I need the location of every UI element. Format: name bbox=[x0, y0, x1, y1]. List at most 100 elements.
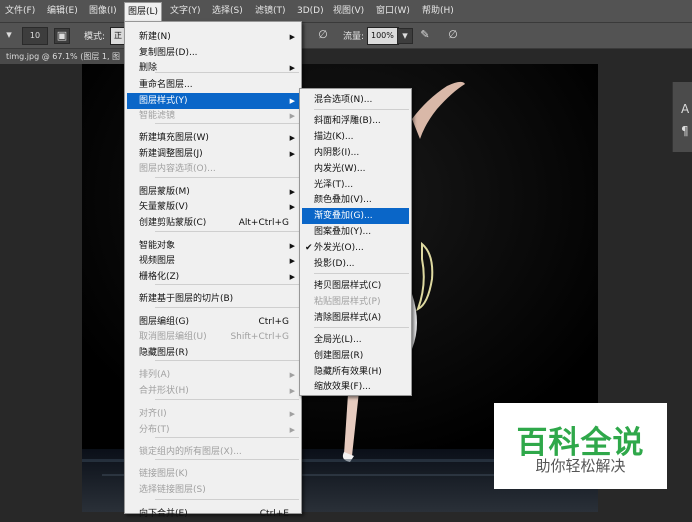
style-menu-item-label: 内发光(W)... bbox=[314, 164, 366, 174]
menu-separator bbox=[155, 307, 299, 308]
menu-view[interactable]: 视图(V) bbox=[333, 4, 364, 19]
style-menu-item[interactable]: 缩放效果(F)... bbox=[302, 379, 409, 395]
menu-filter[interactable]: 滤镜(T) bbox=[255, 4, 286, 19]
layer-menu-item: 选择链接图层(S) bbox=[127, 482, 299, 498]
style-menu-item-label: 拷贝图层样式(C) bbox=[314, 281, 382, 291]
style-menu-item-label: 内阴影(I)... bbox=[314, 148, 360, 158]
style-menu-item-label: 外发光(O)... bbox=[314, 243, 364, 253]
paragraph-panel-icon[interactable]: ¶ bbox=[681, 124, 689, 138]
style-menu-item[interactable]: 内阴影(I)... bbox=[302, 145, 409, 161]
layer-menu-item-label: 链接图层(K) bbox=[139, 469, 188, 479]
submenu-arrow-icon: ▶ bbox=[289, 371, 295, 379]
style-menu-item-label: 隐藏所有效果(H) bbox=[314, 367, 382, 377]
menu-separator bbox=[155, 459, 299, 460]
layer-menu: 新建(N) ▶ 复制图层(D)... 删除 ▶ 重命名图层... 图层样式(Y) ▶ 智能滤镜 ▶… bbox=[124, 21, 302, 519]
mode-label: 模式: bbox=[84, 32, 106, 42]
document-tab-title: timg.jpg @ 67.1% (图层 1, 图 bbox=[6, 52, 121, 61]
menu-type[interactable]: 文字(Y) bbox=[170, 4, 201, 19]
layer-menu-item[interactable]: 向下合并(E) Ctrl+E bbox=[127, 506, 299, 522]
options-bar: ▾ 10 ▣ 模式: 正 ∅ 流量: 100% ▾ ✎ ∅ bbox=[0, 23, 692, 49]
menu-separator bbox=[314, 273, 409, 274]
menu-separator bbox=[155, 499, 299, 500]
style-menu-item[interactable]: ✔ 外发光(O)... bbox=[302, 240, 409, 256]
brush-size-picker[interactable]: 10 bbox=[22, 27, 48, 45]
menu-image[interactable]: 图像(I) bbox=[89, 4, 117, 19]
document-tab[interactable]: timg.jpg @ 67.1% (图层 1, 图 bbox=[0, 49, 137, 64]
style-menu-item[interactable]: 投影(D)... bbox=[302, 256, 409, 272]
menu-separator bbox=[155, 123, 299, 124]
checkmark-icon: ✔ bbox=[305, 243, 313, 253]
layer-menu-item-label: 新建(N) bbox=[139, 32, 171, 42]
style-menu-item[interactable]: 混合选项(N)... bbox=[302, 92, 409, 108]
menu-select[interactable]: 选择(S) bbox=[212, 4, 243, 19]
layer-menu-item-label: 复制图层(D)... bbox=[139, 48, 198, 58]
menu-shortcut: Alt+Ctrl+G bbox=[238, 218, 289, 228]
style-menu-item[interactable]: 内发光(W)... bbox=[302, 161, 409, 177]
style-menu-item[interactable]: 渐变叠加(G)... bbox=[302, 208, 409, 224]
layer-menu-item[interactable]: 栅格化(Z) ▶ bbox=[127, 269, 299, 285]
right-collapsed-panel[interactable]: A ¶ bbox=[672, 82, 692, 152]
menu-help[interactable]: 帮助(H) bbox=[422, 4, 454, 19]
layer-menu-item-label: 视频图层 bbox=[139, 256, 176, 266]
style-menu-item[interactable]: 隐藏所有效果(H) bbox=[302, 364, 409, 380]
pressure-size-icon[interactable]: ∅ bbox=[446, 28, 460, 42]
style-menu-item[interactable]: 图案叠加(Y)... bbox=[302, 224, 409, 240]
layer-menu-item[interactable]: 复制图层(D)... bbox=[127, 45, 299, 61]
style-menu-item-label: 全局光(L)... bbox=[314, 335, 362, 345]
style-menu-item-label: 缩放效果(F)... bbox=[314, 382, 371, 392]
layer-menu-item-label: 重命名图层... bbox=[139, 80, 193, 90]
menu-edit[interactable]: 编辑(E) bbox=[47, 4, 78, 19]
menu-file[interactable]: 文件(F) bbox=[5, 4, 35, 19]
submenu-arrow-icon: ▶ bbox=[289, 150, 295, 158]
layer-menu-item[interactable]: 图层样式(Y) ▶ bbox=[127, 93, 299, 109]
layer-menu-item[interactable]: 新建基于图层的切片(B) bbox=[127, 291, 299, 307]
layer-menu-item-label: 新建调整图层(J) bbox=[139, 149, 203, 159]
layer-menu-item: 图层内容选项(O)... bbox=[127, 161, 299, 177]
layer-menu-item[interactable]: 图层蒙版(M) ▶ bbox=[127, 184, 299, 200]
tool-preset-arrow-icon[interactable]: ▾ bbox=[2, 28, 16, 42]
style-menu-item[interactable]: 创建图层(R) bbox=[302, 348, 409, 364]
character-panel-icon[interactable]: A bbox=[681, 102, 689, 116]
submenu-arrow-icon: ▶ bbox=[289, 97, 295, 105]
pressure-opacity-icon[interactable]: ∅ bbox=[316, 28, 330, 42]
style-menu-item[interactable]: 全局光(L)... bbox=[302, 332, 409, 348]
flow-label: 流量: bbox=[343, 32, 365, 42]
layer-menu-item[interactable]: 删除 ▶ bbox=[127, 60, 299, 76]
flow-dropdown-icon[interactable]: ▾ bbox=[397, 28, 413, 44]
layer-menu-item[interactable]: 图层编组(G) Ctrl+G bbox=[127, 314, 299, 330]
layer-menu-item[interactable]: 新建调整图层(J) ▶ bbox=[127, 146, 299, 162]
menu-separator bbox=[155, 360, 299, 361]
layer-menu-item[interactable]: 新建(N) ▶ bbox=[127, 29, 299, 45]
layer-menu-item[interactable]: 矢量蒙版(V) ▶ bbox=[127, 199, 299, 215]
layer-style-submenu: 混合选项(N)... 斜面和浮雕(B)... 描边(K)... 内阴影(I)... 内发… bbox=[299, 88, 412, 396]
menu-3d[interactable]: 3D(D) bbox=[297, 4, 324, 19]
layer-menu-item-label: 选择链接图层(S) bbox=[139, 485, 206, 495]
submenu-arrow-icon: ▶ bbox=[289, 257, 295, 265]
layer-menu-item-label: 锁定组内的所有图层(X)... bbox=[139, 447, 242, 457]
layer-menu-item[interactable]: 新建填充图层(W) ▶ bbox=[127, 130, 299, 146]
menu-window[interactable]: 窗口(W) bbox=[376, 4, 410, 19]
airbrush-icon[interactable]: ✎ bbox=[418, 28, 432, 42]
menu-separator bbox=[155, 399, 299, 400]
submenu-arrow-icon: ▶ bbox=[289, 203, 295, 211]
style-menu-item[interactable]: 颜色叠加(V)... bbox=[302, 192, 409, 208]
style-menu-item-label: 混合选项(N)... bbox=[314, 95, 373, 105]
layer-menu-item[interactable]: 视频图层 ▶ bbox=[127, 253, 299, 269]
style-menu-item[interactable]: 描边(K)... bbox=[302, 129, 409, 145]
layer-menu-item[interactable]: 智能对象 ▶ bbox=[127, 238, 299, 254]
menu-separator bbox=[314, 109, 409, 110]
layer-menu-item-label: 排列(A) bbox=[139, 370, 171, 380]
layer-menu-item[interactable]: 创建剪贴蒙版(C) Alt+Ctrl+G bbox=[127, 215, 299, 231]
layer-menu-item: 智能滤镜 ▶ bbox=[127, 108, 299, 124]
menu-layer[interactable]: 图层(L) bbox=[124, 2, 163, 22]
style-menu-item[interactable]: 清除图层样式(A) bbox=[302, 310, 409, 326]
layer-menu-item[interactable]: 重命名图层... bbox=[127, 77, 299, 93]
style-menu-item[interactable]: 光泽(T)... bbox=[302, 177, 409, 193]
layer-menu-item[interactable]: 隐藏图层(R) bbox=[127, 345, 299, 361]
brush-panel-icon[interactable]: ▣ bbox=[54, 28, 70, 44]
style-menu-item[interactable]: 拷贝图层样式(C) bbox=[302, 278, 409, 294]
flow-input[interactable]: 100% bbox=[367, 27, 399, 45]
layer-menu-item-label: 分布(T) bbox=[139, 425, 170, 435]
style-menu-item-label: 渐变叠加(G)... bbox=[314, 211, 373, 221]
style-menu-item[interactable]: 斜面和浮雕(B)... bbox=[302, 113, 409, 129]
